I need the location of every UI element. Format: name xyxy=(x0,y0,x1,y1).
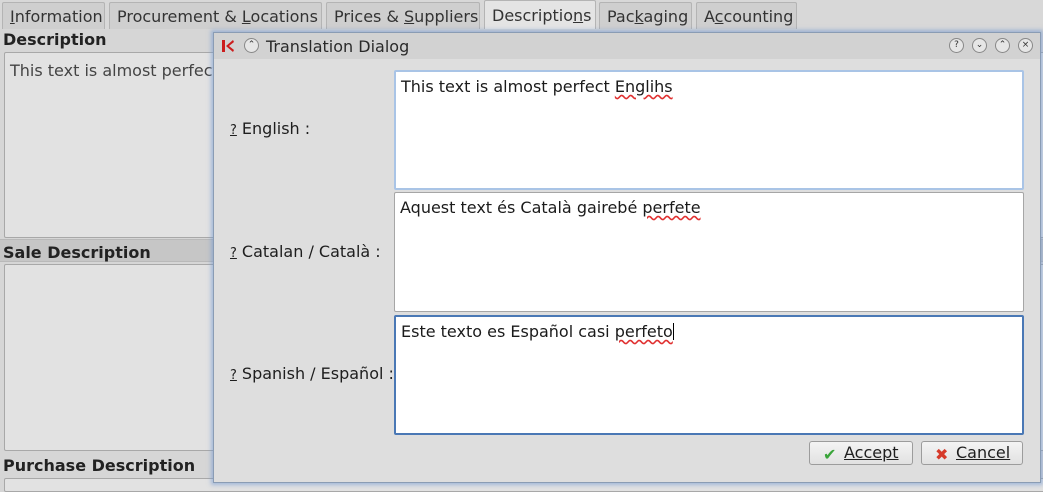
tab-accounting[interactable]: Accounting xyxy=(696,2,797,29)
spanish-label-text: Spanish / Español : xyxy=(241,364,394,383)
app-logo-icon xyxy=(221,39,235,53)
tab-label: s xyxy=(583,6,592,25)
help-link[interactable]: ? xyxy=(230,246,237,261)
tab-label: uppliers xyxy=(414,7,479,26)
tab-label-mnemonic: L xyxy=(241,7,251,26)
minimize-window-icon[interactable]: ⌄ xyxy=(972,38,987,53)
tab-label: A xyxy=(704,7,715,26)
spanish-translation-field[interactable]: Este texto es Español casi perfeto xyxy=(394,315,1024,435)
tab-label: Procurement & xyxy=(117,7,242,26)
help-window-icon[interactable]: ? xyxy=(949,38,964,53)
dialog-title: Translation Dialog xyxy=(266,37,410,56)
accept-button[interactable]: ✔ Accept xyxy=(809,441,913,465)
tab-label: Prices & xyxy=(334,7,405,26)
misspelled-word: Englihs xyxy=(614,77,673,96)
catalan-label-text: Catalan / Català : xyxy=(241,242,381,261)
tab-label: ocations xyxy=(250,7,318,26)
help-link[interactable]: ? xyxy=(230,368,237,383)
misspelled-word: perfete xyxy=(642,198,701,217)
text-cursor xyxy=(672,323,674,340)
maximize-window-icon[interactable]: ⌃ xyxy=(995,38,1010,53)
close-window-icon[interactable]: × xyxy=(1018,38,1033,53)
shade-window-icon[interactable]: ⌃ xyxy=(244,38,259,53)
tab-prices-suppliers[interactable]: Prices & Suppliers xyxy=(326,2,480,29)
english-label-text: English : xyxy=(241,119,311,138)
english-text: This text is almost perfect xyxy=(401,77,615,96)
tab-packaging[interactable]: Packaging xyxy=(599,2,692,29)
tab-descriptions[interactable]: Descriptions xyxy=(484,0,596,29)
tab-label: Pac xyxy=(607,7,635,26)
tab-label: nformation xyxy=(14,7,103,26)
catalan-text: Aquest text és Català gairebé xyxy=(400,198,643,217)
help-link[interactable]: ? xyxy=(230,123,237,138)
tab-label: counting xyxy=(723,7,794,26)
cancel-label: Cancel xyxy=(956,443,1011,462)
tab-label: aging xyxy=(643,7,689,26)
dialog-titlebar[interactable]: ⌃ Translation Dialog ? ⌄ ⌃ × xyxy=(214,33,1040,59)
checkmark-icon: ✔ xyxy=(823,445,837,464)
catalan-translation-field[interactable]: Aquest text és Català gairebé perfete xyxy=(394,192,1024,312)
tab-label-mnemonic: k xyxy=(634,7,644,26)
misspelled-word: perfeto xyxy=(614,322,673,341)
tab-label-mnemonic: n xyxy=(572,6,584,25)
tab-procurement-locations[interactable]: Procurement & Locations xyxy=(109,2,322,29)
cancel-button[interactable]: ✖ Cancel xyxy=(921,441,1023,465)
cross-icon: ✖ xyxy=(935,445,949,464)
english-label: ? English : xyxy=(230,119,310,138)
spanish-label: ? Spanish / Español : xyxy=(230,364,394,383)
catalan-label: ? Catalan / Català : xyxy=(230,242,381,261)
accept-label: Accept xyxy=(844,443,899,462)
tab-label: Descriptio xyxy=(492,6,573,25)
spanish-text: Este texto es Español casi xyxy=(401,322,615,341)
tab-information[interactable]: Information xyxy=(2,2,105,29)
tab-bar: Information Procurement & Locations Pric… xyxy=(0,0,1043,29)
translation-dialog: ⌃ Translation Dialog ? ⌄ ⌃ × ? English : … xyxy=(213,32,1041,483)
english-translation-field[interactable]: This text is almost perfect Englihs xyxy=(394,70,1024,190)
tab-label-mnemonic: S xyxy=(404,7,415,26)
